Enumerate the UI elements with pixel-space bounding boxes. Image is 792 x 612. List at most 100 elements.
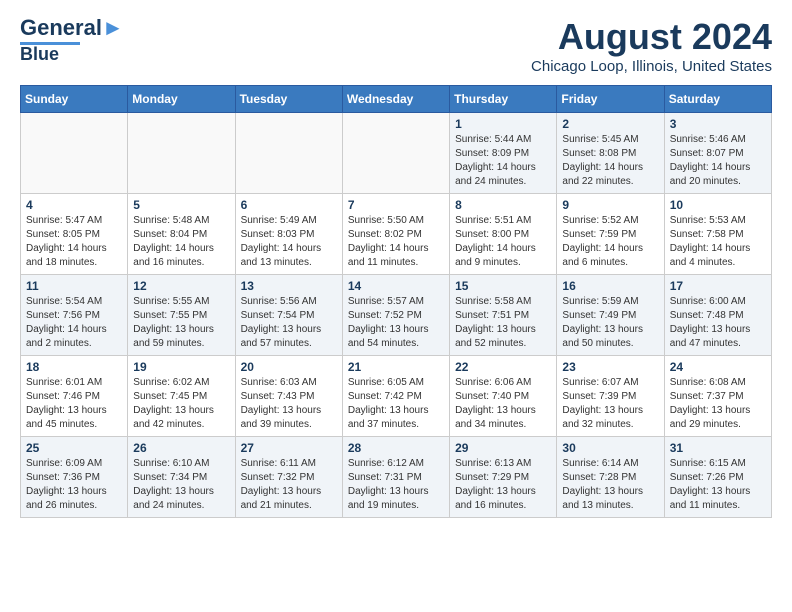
day-number: 2 xyxy=(562,117,658,131)
page-header: General► Blue August 2024 Chicago Loop, … xyxy=(20,16,772,75)
day-info: Sunrise: 5:59 AMSunset: 7:49 PMDaylight:… xyxy=(562,295,658,351)
day-info: Sunrise: 6:09 AMSunset: 7:36 PMDaylight:… xyxy=(26,457,122,513)
calendar-cell: 17Sunrise: 6:00 AMSunset: 7:48 PMDayligh… xyxy=(664,275,771,356)
calendar-cell: 10Sunrise: 5:53 AMSunset: 7:58 PMDayligh… xyxy=(664,194,771,275)
day-info: Sunrise: 5:46 AMSunset: 8:07 PMDaylight:… xyxy=(670,133,766,189)
calendar-cell: 12Sunrise: 5:55 AMSunset: 7:55 PMDayligh… xyxy=(128,275,235,356)
weekday-row: SundayMondayTuesdayWednesdayThursdayFrid… xyxy=(21,86,772,113)
calendar-cell: 3 Sunrise: 5:46 AMSunset: 8:07 PMDaylight… xyxy=(664,113,771,194)
day-number: 13 xyxy=(241,279,337,293)
calendar-cell: 20Sunrise: 6:03 AMSunset: 7:43 PMDayligh… xyxy=(235,356,342,437)
day-number: 18 xyxy=(26,360,122,374)
day-info: Sunrise: 5:45 AMSunset: 8:08 PMDaylight:… xyxy=(562,133,658,189)
day-info: Sunrise: 5:47 AMSunset: 8:05 PMDaylight:… xyxy=(26,214,122,270)
day-number: 1 xyxy=(455,117,551,131)
day-info: Sunrise: 5:49 AMSunset: 8:03 PMDaylight:… xyxy=(241,214,337,270)
calendar-cell: 8 Sunrise: 5:51 AMSunset: 8:00 PMDaylight… xyxy=(450,194,557,275)
day-number: 22 xyxy=(455,360,551,374)
day-info: Sunrise: 5:56 AMSunset: 7:54 PMDaylight:… xyxy=(241,295,337,351)
calendar-cell: 11Sunrise: 5:54 AMSunset: 7:56 PMDayligh… xyxy=(21,275,128,356)
calendar-week-1: 1 Sunrise: 5:44 AMSunset: 8:09 PMDaylight… xyxy=(21,113,772,194)
weekday-header-thursday: Thursday xyxy=(450,86,557,113)
day-info: Sunrise: 6:03 AMSunset: 7:43 PMDaylight:… xyxy=(241,376,337,432)
day-info: Sunrise: 6:06 AMSunset: 7:40 PMDaylight:… xyxy=(455,376,551,432)
calendar-cell: 9 Sunrise: 5:52 AMSunset: 7:59 PMDaylight… xyxy=(557,194,664,275)
calendar-cell: 2 Sunrise: 5:45 AMSunset: 8:08 PMDaylight… xyxy=(557,113,664,194)
day-info: Sunrise: 6:11 AMSunset: 7:32 PMDaylight:… xyxy=(241,457,337,513)
day-number: 25 xyxy=(26,441,122,455)
calendar-cell xyxy=(342,113,449,194)
day-number: 15 xyxy=(455,279,551,293)
calendar-cell xyxy=(21,113,128,194)
day-info: Sunrise: 6:05 AMSunset: 7:42 PMDaylight:… xyxy=(348,376,444,432)
weekday-header-monday: Monday xyxy=(128,86,235,113)
day-info: Sunrise: 5:50 AMSunset: 8:02 PMDaylight:… xyxy=(348,214,444,270)
day-number: 12 xyxy=(133,279,229,293)
calendar-cell: 21 Sunrise: 6:05 AMSunset: 7:42 PMDayligh… xyxy=(342,356,449,437)
day-number: 27 xyxy=(241,441,337,455)
day-number: 31 xyxy=(670,441,766,455)
calendar-cell: 13 Sunrise: 5:56 AMSunset: 7:54 PMDayligh… xyxy=(235,275,342,356)
weekday-header-sunday: Sunday xyxy=(21,86,128,113)
weekday-header-wednesday: Wednesday xyxy=(342,86,449,113)
day-number: 8 xyxy=(455,198,551,212)
day-info: Sunrise: 5:54 AMSunset: 7:56 PMDaylight:… xyxy=(26,295,122,351)
weekday-header-saturday: Saturday xyxy=(664,86,771,113)
day-info: Sunrise: 6:02 AMSunset: 7:45 PMDaylight:… xyxy=(133,376,229,432)
calendar-week-3: 11Sunrise: 5:54 AMSunset: 7:56 PMDayligh… xyxy=(21,275,772,356)
calendar-cell: 1 Sunrise: 5:44 AMSunset: 8:09 PMDaylight… xyxy=(450,113,557,194)
calendar-cell: 30 Sunrise: 6:14 AMSunset: 7:28 PMDayligh… xyxy=(557,437,664,518)
location-title: Chicago Loop, Illinois, United States xyxy=(531,58,772,75)
day-number: 3 xyxy=(670,117,766,131)
calendar-cell: 28Sunrise: 6:12 AMSunset: 7:31 PMDayligh… xyxy=(342,437,449,518)
day-info: Sunrise: 5:58 AMSunset: 7:51 PMDaylight:… xyxy=(455,295,551,351)
day-info: Sunrise: 6:15 AMSunset: 7:26 PMDaylight:… xyxy=(670,457,766,513)
day-number: 14 xyxy=(348,279,444,293)
month-title: August 2024 xyxy=(531,16,772,58)
calendar-cell: 4 Sunrise: 5:47 AMSunset: 8:05 PMDaylight… xyxy=(21,194,128,275)
day-number: 28 xyxy=(348,441,444,455)
calendar-cell: 6 Sunrise: 5:49 AMSunset: 8:03 PMDaylight… xyxy=(235,194,342,275)
calendar-cell: 5Sunrise: 5:48 AMSunset: 8:04 PMDaylight… xyxy=(128,194,235,275)
calendar-cell: 16 Sunrise: 5:59 AMSunset: 7:49 PMDayligh… xyxy=(557,275,664,356)
calendar-table: SundayMondayTuesdayWednesdayThursdayFrid… xyxy=(20,85,772,518)
day-number: 30 xyxy=(562,441,658,455)
day-number: 7 xyxy=(348,198,444,212)
calendar-cell: 31 Sunrise: 6:15 AMSunset: 7:26 PMDayligh… xyxy=(664,437,771,518)
day-info: Sunrise: 6:01 AMSunset: 7:46 PMDaylight:… xyxy=(26,376,122,432)
day-info: Sunrise: 6:13 AMSunset: 7:29 PMDaylight:… xyxy=(455,457,551,513)
calendar-cell: 25 Sunrise: 6:09 AMSunset: 7:36 PMDayligh… xyxy=(21,437,128,518)
day-info: Sunrise: 5:51 AMSunset: 8:00 PMDaylight:… xyxy=(455,214,551,270)
calendar-week-2: 4 Sunrise: 5:47 AMSunset: 8:05 PMDaylight… xyxy=(21,194,772,275)
day-info: Sunrise: 6:08 AMSunset: 7:37 PMDaylight:… xyxy=(670,376,766,432)
calendar-cell: 24 Sunrise: 6:08 AMSunset: 7:37 PMDayligh… xyxy=(664,356,771,437)
day-info: Sunrise: 6:14 AMSunset: 7:28 PMDaylight:… xyxy=(562,457,658,513)
day-info: Sunrise: 5:52 AMSunset: 7:59 PMDaylight:… xyxy=(562,214,658,270)
day-number: 17 xyxy=(670,279,766,293)
calendar-cell: 19 Sunrise: 6:02 AMSunset: 7:45 PMDayligh… xyxy=(128,356,235,437)
calendar-cell: 22 Sunrise: 6:06 AMSunset: 7:40 PMDayligh… xyxy=(450,356,557,437)
day-info: Sunrise: 5:44 AMSunset: 8:09 PMDaylight:… xyxy=(455,133,551,189)
day-number: 21 xyxy=(348,360,444,374)
calendar-cell: 18 Sunrise: 6:01 AMSunset: 7:46 PMDayligh… xyxy=(21,356,128,437)
day-number: 4 xyxy=(26,198,122,212)
calendar-cell: 14Sunrise: 5:57 AMSunset: 7:52 PMDayligh… xyxy=(342,275,449,356)
logo-subtext: Blue xyxy=(20,45,59,65)
day-info: Sunrise: 6:10 AMSunset: 7:34 PMDaylight:… xyxy=(133,457,229,513)
day-number: 19 xyxy=(133,360,229,374)
day-number: 6 xyxy=(241,198,337,212)
day-number: 9 xyxy=(562,198,658,212)
day-info: Sunrise: 5:48 AMSunset: 8:04 PMDaylight:… xyxy=(133,214,229,270)
day-number: 24 xyxy=(670,360,766,374)
calendar-cell xyxy=(235,113,342,194)
logo-text: General► xyxy=(20,16,124,40)
calendar-cell: 15 Sunrise: 5:58 AMSunset: 7:51 PMDayligh… xyxy=(450,275,557,356)
day-number: 26 xyxy=(133,441,229,455)
calendar-week-4: 18 Sunrise: 6:01 AMSunset: 7:46 PMDayligh… xyxy=(21,356,772,437)
calendar-week-5: 25 Sunrise: 6:09 AMSunset: 7:36 PMDayligh… xyxy=(21,437,772,518)
calendar-header: SundayMondayTuesdayWednesdayThursdayFrid… xyxy=(21,86,772,113)
calendar-cell: 29Sunrise: 6:13 AMSunset: 7:29 PMDayligh… xyxy=(450,437,557,518)
day-number: 16 xyxy=(562,279,658,293)
calendar-cell: 7 Sunrise: 5:50 AMSunset: 8:02 PMDaylight… xyxy=(342,194,449,275)
calendar-cell: 23Sunrise: 6:07 AMSunset: 7:39 PMDayligh… xyxy=(557,356,664,437)
